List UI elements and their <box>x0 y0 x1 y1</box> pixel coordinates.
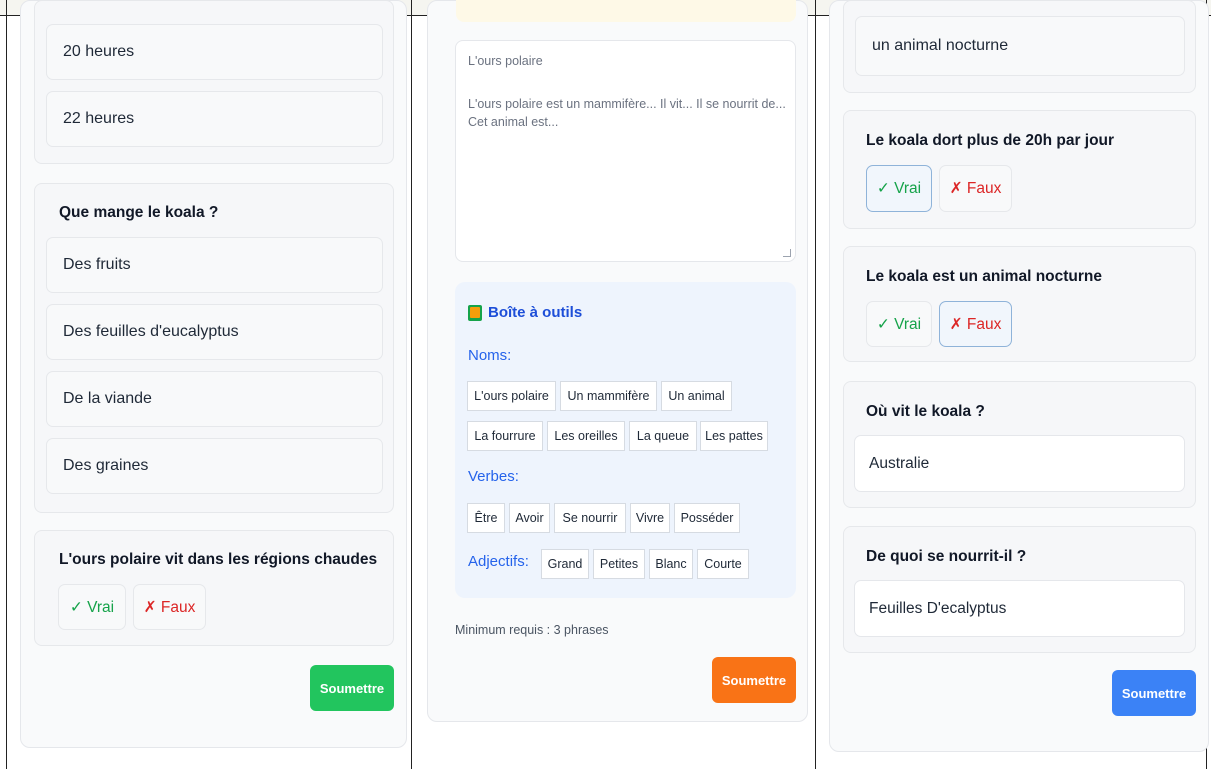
textarea-placeholder-line: Cet animal est... <box>468 115 559 129</box>
word-chip[interactable]: Les pattes <box>700 421 768 451</box>
word-chip[interactable]: Petites <box>593 549 645 579</box>
verbs-label: Verbes: <box>468 468 519 485</box>
option-20-heures[interactable]: 20 heures <box>46 24 383 80</box>
word-chip[interactable]: Être <box>467 503 505 533</box>
table-border-left <box>6 0 7 769</box>
question-title: De quoi se nourrit-il ? <box>866 548 1027 565</box>
true-button[interactable]: ✓ Vrai <box>866 301 932 347</box>
question-title: Que mange le koala ? <box>59 204 219 221</box>
instruction-banner <box>456 0 796 22</box>
minimum-requirement: Minimum requis : 3 phrases <box>455 623 609 637</box>
toolbox-title-text: Boîte à outils <box>488 304 583 321</box>
table-border-2 <box>815 0 816 769</box>
submit-button[interactable]: Soumettre <box>712 657 796 703</box>
book-icon <box>468 304 482 321</box>
word-chip[interactable]: Avoir <box>509 503 550 533</box>
question-title: L'ours polaire vit dans les régions chau… <box>59 551 378 568</box>
word-chip[interactable]: Un mammifère <box>560 381 657 411</box>
question-title: Le koala dort plus de 20h par jour <box>866 132 1115 149</box>
word-chip[interactable]: Se nourrir <box>554 503 626 533</box>
option-viande[interactable]: De la viande <box>46 371 383 427</box>
false-button[interactable]: ✗ Faux <box>133 584 206 630</box>
word-chip[interactable]: Un animal <box>661 381 732 411</box>
answer-input[interactable]: Feuilles D'ecalyptus <box>854 580 1185 637</box>
question-title: Où vit le koala ? <box>866 403 985 420</box>
option-22-heures[interactable]: 22 heures <box>46 91 383 147</box>
writing-textarea[interactable] <box>455 40 796 262</box>
word-chip[interactable]: Posséder <box>674 503 740 533</box>
false-button-selected[interactable]: ✗ Faux <box>939 301 1012 347</box>
option-nocturne[interactable]: un animal nocturne <box>855 16 1185 76</box>
question-title: Le koala est un animal nocturne <box>866 268 1103 285</box>
word-chip[interactable]: La queue <box>629 421 697 451</box>
true-button[interactable]: ✓ Vrai <box>58 584 126 630</box>
true-button-selected[interactable]: ✓ Vrai <box>866 165 932 212</box>
word-chip[interactable]: Blanc <box>649 549 693 579</box>
submit-button[interactable]: Soumettre <box>1112 670 1196 716</box>
option-fruits[interactable]: Des fruits <box>46 237 383 293</box>
word-chip[interactable]: La fourrure <box>467 421 543 451</box>
textarea-placeholder-title: L'ours polaire <box>468 54 543 68</box>
word-chip[interactable]: Vivre <box>630 503 670 533</box>
word-chip[interactable]: Grand <box>541 549 589 579</box>
false-button[interactable]: ✗ Faux <box>939 165 1012 212</box>
option-eucalyptus[interactable]: Des feuilles d'eucalyptus <box>46 304 383 360</box>
adjectives-label: Adjectifs: <box>468 553 529 570</box>
table-border-1 <box>411 0 412 769</box>
resize-handle[interactable] <box>783 249 791 257</box>
toolbox-title: Boîte à outils <box>468 304 582 321</box>
answer-input[interactable]: Australie <box>854 435 1185 492</box>
textarea-placeholder-line: L'ours polaire est un mammifère... Il vi… <box>468 97 786 111</box>
word-chip[interactable]: Courte <box>697 549 749 579</box>
option-graines[interactable]: Des graines <box>46 438 383 494</box>
word-chip[interactable]: Les oreilles <box>547 421 625 451</box>
submit-button[interactable]: Soumettre <box>310 665 394 711</box>
word-chip[interactable]: L'ours polaire <box>467 381 556 411</box>
nouns-label: Noms: <box>468 347 512 364</box>
